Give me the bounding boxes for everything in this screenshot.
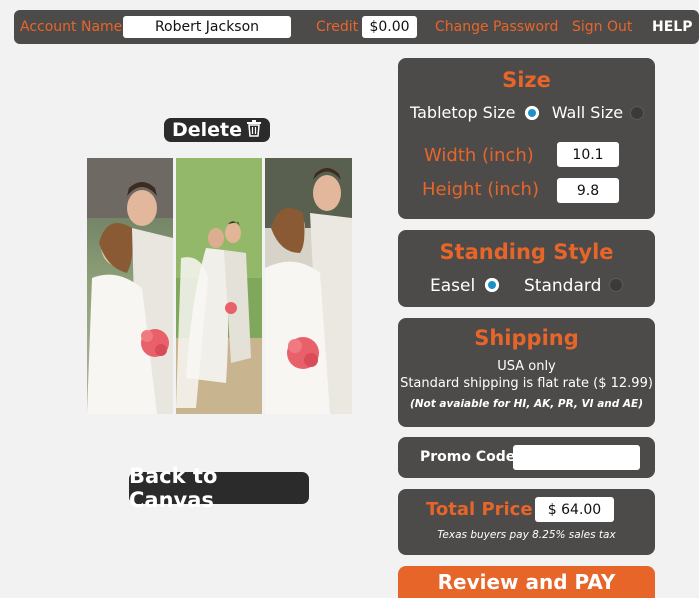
total-price-value: $ 64.00 <box>535 497 614 522</box>
photo-panel-right <box>265 158 352 414</box>
account-name-label: Account Name <box>20 19 123 35</box>
standard-radio[interactable] <box>608 278 623 292</box>
shipping-line-2: Standard shipping is flat rate ($ 12.99) <box>400 376 653 391</box>
shipping-line-1: USA only <box>497 359 556 374</box>
review-and-pay-button[interactable]: Review and PAY <box>398 566 655 598</box>
account-name-field[interactable]: Robert Jackson <box>123 16 291 38</box>
change-password-link[interactable]: Change Password <box>435 19 558 35</box>
total-price-panel: Total Price $ 64.00 Texas buyers pay 8.2… <box>398 489 655 555</box>
photo-panel-middle <box>176 158 262 414</box>
total-price-label: Total Price <box>426 499 533 520</box>
tabletop-size-radio[interactable] <box>524 105 539 120</box>
width-label: Width (inch) <box>424 145 534 166</box>
shipping-panel: Shipping USA only Standard shipping is f… <box>398 318 655 427</box>
delete-button[interactable]: Delete <box>164 118 270 142</box>
promo-code-label: Promo Code <box>420 449 516 465</box>
shipping-note: (Not avaiable for HI, AK, PR, VI and AE) <box>409 398 644 410</box>
standing-style-options: Easel Standard <box>430 276 623 296</box>
wall-size-label: Wall Size <box>551 103 624 122</box>
back-to-canvas-button[interactable]: Back to Canvas <box>129 464 309 512</box>
promo-code-input[interactable] <box>513 445 640 470</box>
credit-label: Credit <box>316 19 359 35</box>
delete-label: Delete <box>171 119 243 141</box>
standard-label: Standard <box>524 276 602 296</box>
width-input[interactable]: 10.1 <box>557 142 619 167</box>
shipping-title: Shipping <box>474 326 579 350</box>
easel-radio[interactable] <box>484 278 499 292</box>
promo-code-panel: Promo Code <box>398 437 655 478</box>
standing-style-title: Standing Style <box>439 240 614 264</box>
height-label: Height (inch) <box>422 179 539 200</box>
top-bar: Account Name Robert Jackson Credit $0.00… <box>14 10 699 44</box>
height-input[interactable]: 9.8 <box>557 178 619 203</box>
easel-label: Easel <box>430 276 476 296</box>
size-panel: Size Tabletop Size Wall Size Width (inch… <box>398 58 655 219</box>
standing-style-panel: Standing Style Easel Standard <box>398 230 655 307</box>
photo-panel-left <box>87 158 173 414</box>
tabletop-size-label: Tabletop Size <box>410 103 516 122</box>
help-link[interactable]: HELP <box>652 19 692 35</box>
sign-out-link[interactable]: Sign Out <box>572 19 632 35</box>
size-options: Tabletop Size Wall Size <box>410 103 645 122</box>
tax-note: Texas buyers pay 8.25% sales tax <box>437 529 616 541</box>
credit-field: $0.00 <box>362 16 417 38</box>
wall-size-radio[interactable] <box>630 105 645 120</box>
trash-icon <box>246 119 262 142</box>
size-title: Size <box>502 68 551 92</box>
